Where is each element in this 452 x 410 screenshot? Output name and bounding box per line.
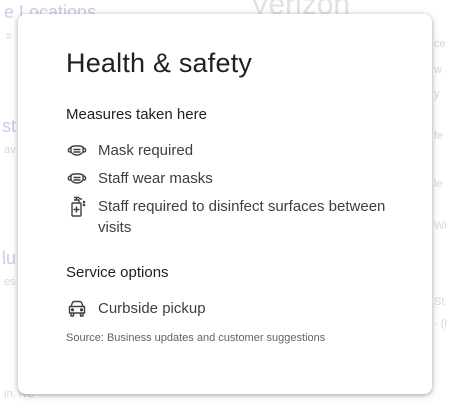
background-fragment: St (434, 296, 445, 308)
background-fragment: y (434, 88, 440, 100)
sanitizer-icon (66, 196, 88, 217)
background-fragment: st (2, 116, 17, 136)
source-note: Source: Business updates and customer su… (66, 332, 326, 344)
car-icon (66, 298, 88, 319)
mask-icon (66, 168, 88, 189)
service-label: Curbside pickup (98, 300, 206, 317)
background-fragment: es (4, 276, 16, 288)
dialog-title: Health & safety (66, 48, 253, 78)
background-fragment: · (l (434, 318, 447, 330)
measure-item: Staff required to disinfect surfaces bet… (66, 196, 406, 238)
service-item: Curbside pickup (66, 298, 406, 319)
background-fragment: lu (2, 248, 17, 268)
background-fragment: fe (434, 130, 444, 142)
health-safety-dialog: Health & safety Measures taken here Mask… (18, 14, 432, 394)
background-fragment: av (4, 144, 16, 156)
measure-item: Staff wear masks (66, 168, 406, 189)
background-fragment: s (6, 30, 12, 42)
background-fragment: Wi (434, 220, 447, 232)
measures-heading: Measures taken here (66, 106, 207, 123)
mask-icon (66, 140, 88, 161)
measure-item: Mask required (66, 140, 406, 161)
measure-label: Staff wear masks (98, 170, 213, 187)
service-heading: Service options (66, 264, 169, 281)
background-fragment: w (434, 64, 442, 76)
measure-label: Staff required to disinfect surfaces bet… (98, 198, 386, 236)
measure-label: Mask required (98, 142, 194, 159)
background-fragment: ce (434, 38, 446, 50)
background-fragment: le (434, 178, 443, 190)
